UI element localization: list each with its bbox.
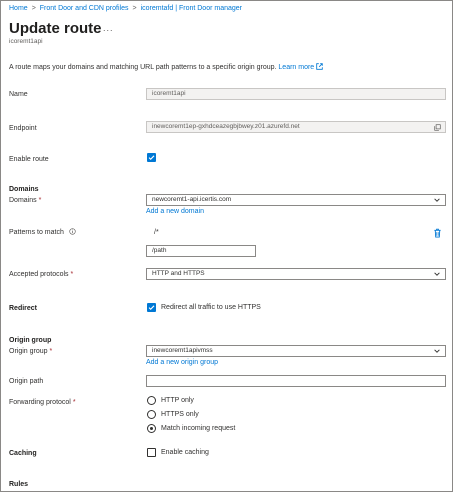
name-field: icoremt1api [146,88,446,100]
breadcrumb-separator: > [132,5,137,12]
learn-more-link[interactable]: Learn more [278,64,314,71]
chevron-down-icon [434,272,440,276]
breadcrumb-home[interactable]: Home [9,5,28,12]
checkmark-icon [148,305,155,311]
patterns-label-text: Patterns to match [9,229,64,236]
domains-label: Domains * [9,197,41,204]
radio-http-only-label: HTTP only [161,397,194,404]
forwarding-label: Forwarding protocol * [9,399,76,406]
origin-group-dropdown[interactable]: inewcoremt1apivmss [146,345,446,357]
endpoint-value: inewcoremt1ep-gxhdceazegbjbwey.z01.azure… [152,123,300,130]
redirect-https-label: Redirect all traffic to use HTTPS [161,304,261,311]
checkmark-icon [148,155,155,161]
name-label: Name [9,91,28,98]
domains-dropdown[interactable]: newcoremt1-api.icertis.com [146,194,446,206]
pattern-input[interactable]: /path [146,245,256,257]
protocols-label-text: Accepted protocols [9,271,69,278]
required-marker: * [38,197,42,204]
page-subtitle: icoremt1api [9,38,43,45]
breadcrumb-profiles[interactable]: Front Door and CDN profiles [40,5,129,12]
radio-match-incoming[interactable] [147,424,156,433]
domains-section-heading: Domains [9,186,39,193]
origin-group-label-text: Origin group [9,348,48,355]
required-marker: * [70,271,74,278]
enable-route-label: Enable route [9,156,49,163]
radio-match-incoming-label: Match incoming request [161,425,236,432]
origin-path-label: Origin path [9,378,44,385]
forwarding-label-text: Forwarding protocol [9,399,71,406]
redirect-label: Redirect [9,305,38,312]
patterns-label: Patterns to match [9,228,76,236]
enable-route-checkbox[interactable] [147,153,156,162]
radio-http-only[interactable] [147,396,156,405]
rules-section-heading: Rules [9,481,29,488]
endpoint-field: inewcoremt1ep-gxhdceazegbjbwey.z01.azure… [146,121,446,133]
protocols-label: Accepted protocols * [9,271,73,278]
origin-section-heading: Origin group [9,337,52,344]
origin-group-label: Origin group * [9,348,52,355]
domains-value: newcoremt1-api.icertis.com [152,196,232,203]
protocols-dropdown[interactable]: HTTP and HTTPS [146,268,446,280]
more-options-button[interactable]: ... [103,23,114,33]
page-title: Update route [9,20,102,37]
required-marker: * [72,399,76,406]
origin-path-input[interactable] [146,375,446,387]
domains-label-text: Domains [9,197,37,204]
info-icon[interactable] [69,228,76,235]
chevron-down-icon [434,198,440,202]
breadcrumb-separator: > [31,5,36,12]
chevron-down-icon [434,349,440,353]
route-description: A route maps your domains and matching U… [9,63,323,71]
breadcrumb-front-door-manager[interactable]: icoremtafd | Front Door manager [141,5,242,12]
breadcrumb: Home > Front Door and CDN profiles > icoremt… [9,5,242,12]
description-text: A route maps your domains and matching U… [9,64,277,71]
radio-https-only[interactable] [147,410,156,419]
required-marker: * [49,348,53,355]
radio-https-only-label: HTTPS only [161,411,199,418]
redirect-https-checkbox[interactable] [147,303,156,312]
enable-caching-label: Enable caching [161,449,209,456]
endpoint-label: Endpoint [9,125,37,132]
add-origin-group-link[interactable]: Add a new origin group [146,359,218,366]
add-domain-link[interactable]: Add a new domain [146,208,204,215]
origin-group-value: inewcoremt1apivmss [152,347,213,354]
enable-caching-checkbox[interactable] [147,448,156,457]
trash-icon[interactable] [433,228,442,238]
pattern-static: /* [154,229,159,236]
copy-icon[interactable] [434,124,441,131]
external-link-icon [316,63,323,70]
caching-label: Caching [9,450,37,457]
protocols-value: HTTP and HTTPS [152,270,205,277]
